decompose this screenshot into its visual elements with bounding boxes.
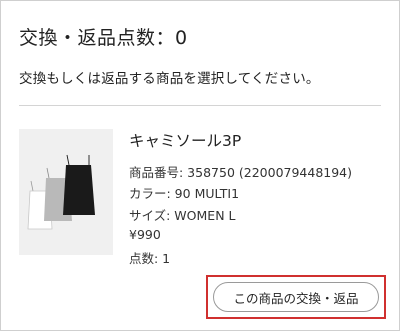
product-price: ¥990 (129, 227, 161, 242)
camisole-3pack-photo (27, 154, 95, 230)
return-count-title: 交換・返品点数：0 (19, 27, 188, 49)
divider (19, 105, 381, 106)
product-size: サイズ: WOMEN L (129, 208, 236, 223)
product-name: キャミソール3P (129, 132, 242, 150)
return-panel: 交換・返品点数：0 交換もしくは返品する商品を選択してください。 キャミソール3… (0, 0, 400, 331)
select-instruction: 交換もしくは返品する商品を選択してください。 (19, 71, 320, 87)
exchange-return-button[interactable]: この商品の交換・返品 (213, 282, 379, 312)
product-image[interactable] (19, 129, 113, 255)
product-color: カラー: 90 MULTI1 (129, 186, 240, 201)
product-item-number: 商品番号: 358750 (2200079448194) (129, 165, 353, 180)
product-quantity: 点数: 1 (129, 251, 171, 266)
